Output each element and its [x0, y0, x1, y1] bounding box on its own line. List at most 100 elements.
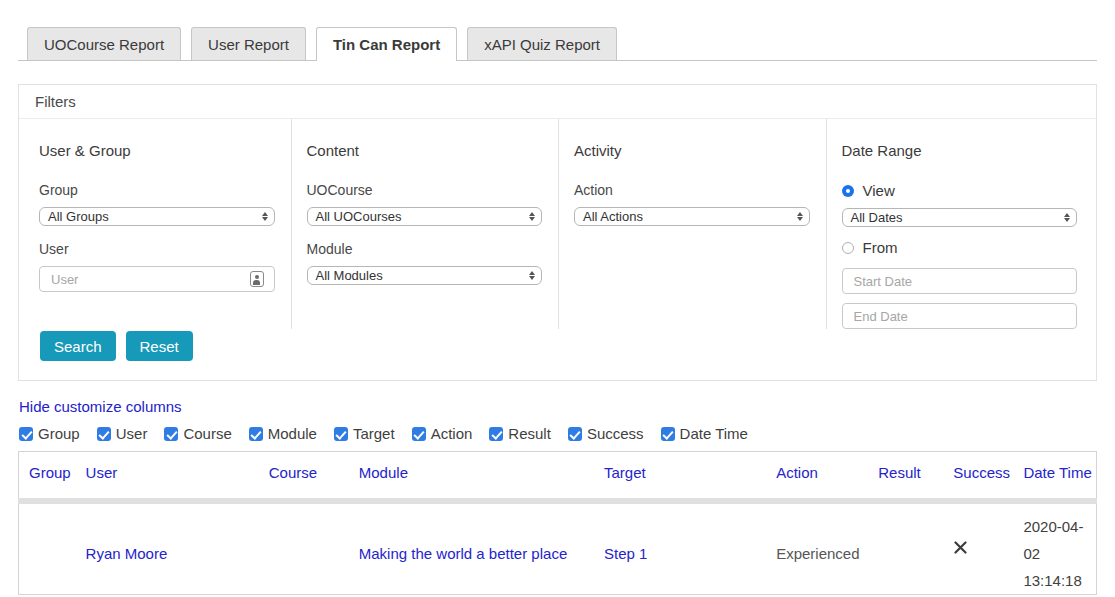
cell-result: [878, 501, 953, 595]
table-header-row: Group User Course Module Target Action R…: [19, 452, 1097, 501]
group-label: Group: [39, 182, 275, 198]
module-label: Module: [307, 241, 543, 257]
column-checkbox-action[interactable]: Action: [412, 425, 473, 442]
section-title-user-group: User & Group: [39, 142, 275, 159]
group-select[interactable]: All Groups: [39, 207, 275, 226]
tab-tin-can-report[interactable]: Tin Can Report: [316, 27, 457, 61]
checkbox-checked-icon[interactable]: [97, 427, 111, 441]
table-row: Ryan Moore Making the world a better pla…: [19, 501, 1097, 595]
column-checkbox-target[interactable]: Target: [334, 425, 395, 442]
start-date-placeholder: Start Date: [854, 274, 913, 289]
select-spinner-icon: [529, 271, 535, 280]
column-header-group[interactable]: Group: [19, 452, 86, 501]
uocourse-select[interactable]: All UOCourses: [307, 207, 543, 226]
module-select[interactable]: All Modules: [307, 266, 543, 285]
user-link[interactable]: Ryan Moore: [86, 545, 168, 562]
cell-target: Step 1: [604, 501, 776, 595]
column-checkbox-user[interactable]: User: [97, 425, 148, 442]
search-button[interactable]: Search: [40, 331, 116, 361]
user-label: User: [39, 241, 275, 257]
section-title-activity: Activity: [574, 142, 810, 159]
column-checkbox-group[interactable]: Group: [19, 425, 80, 442]
action-label: Action: [574, 182, 810, 198]
select-spinner-icon: [262, 212, 268, 221]
report-tabbar: UOCourse Report User Report Tin Can Repo…: [18, 27, 1097, 61]
checkbox-label: Target: [353, 425, 395, 442]
column-header-success[interactable]: Success: [953, 452, 1023, 501]
checkbox-checked-icon[interactable]: [489, 427, 503, 441]
module-select-value: All Modules: [316, 268, 383, 283]
checkbox-checked-icon[interactable]: [19, 427, 33, 441]
checkbox-checked-icon[interactable]: [412, 427, 426, 441]
checkbox-label: Group: [38, 425, 80, 442]
hide-customize-columns-link[interactable]: Hide customize columns: [19, 398, 1097, 415]
cell-success: [953, 501, 1023, 595]
target-link[interactable]: Step 1: [604, 545, 647, 562]
checkbox-checked-icon[interactable]: [568, 427, 582, 441]
filters-panel: Filters User & Group Group All Groups Us…: [18, 84, 1097, 381]
report-table: Group User Course Module Target Action R…: [18, 451, 1097, 595]
column-header-action[interactable]: Action: [776, 452, 878, 501]
cell-course: [269, 501, 359, 595]
view-radio-row: View: [842, 182, 1078, 199]
checkbox-checked-icon[interactable]: [334, 427, 348, 441]
dates-select[interactable]: All Dates: [842, 208, 1078, 227]
column-checkbox-module[interactable]: Module: [249, 425, 317, 442]
column-header-course[interactable]: Course: [269, 452, 359, 501]
column-header-target[interactable]: Target: [604, 452, 776, 501]
end-date-input[interactable]: End Date: [842, 303, 1078, 329]
end-date-placeholder: End Date: [854, 309, 908, 324]
select-spinner-icon: [1064, 213, 1070, 222]
uocourse-label: UOCourse: [307, 182, 543, 198]
section-title-content: Content: [307, 142, 543, 159]
view-radio-label: View: [863, 182, 895, 199]
cell-user: Ryan Moore: [86, 501, 269, 595]
cell-group: [19, 501, 86, 595]
filters-body: User & Group Group All Groups User User …: [19, 119, 1096, 329]
checkbox-label: Success: [587, 425, 644, 442]
user-input-placeholder: User: [51, 272, 78, 287]
checkbox-checked-icon[interactable]: [249, 427, 263, 441]
module-link[interactable]: Making the world a better place: [359, 545, 567, 562]
group-select-value: All Groups: [48, 209, 109, 224]
checkbox-label: Date Time: [680, 425, 748, 442]
action-select[interactable]: All Actions: [574, 207, 810, 226]
column-header-result[interactable]: Result: [878, 452, 953, 501]
checkbox-label: Course: [183, 425, 231, 442]
contact-autofill-icon[interactable]: [250, 271, 264, 287]
tab-uocourse-report[interactable]: UOCourse Report: [27, 27, 181, 60]
start-date-input[interactable]: Start Date: [842, 268, 1078, 294]
checkbox-label: Module: [268, 425, 317, 442]
tab-user-report[interactable]: User Report: [191, 27, 306, 60]
column-header-user[interactable]: User: [86, 452, 269, 501]
column-checkbox-result[interactable]: Result: [489, 425, 551, 442]
column-checkbox-date-time[interactable]: Date Time: [661, 425, 748, 442]
column-header-date-time[interactable]: Date Time: [1023, 452, 1096, 501]
checkbox-checked-icon[interactable]: [661, 427, 675, 441]
column-header-module[interactable]: Module: [359, 452, 604, 501]
select-spinner-icon: [797, 212, 803, 221]
select-spinner-icon: [529, 212, 535, 221]
view-radio[interactable]: [842, 185, 854, 197]
customize-columns-row: Group User Course Module Target Action R…: [19, 425, 1097, 442]
checkbox-label: User: [116, 425, 148, 442]
column-checkbox-course[interactable]: Course: [164, 425, 231, 442]
checkbox-label: Result: [508, 425, 551, 442]
uocourse-select-value: All UOCourses: [316, 209, 402, 224]
checkbox-checked-icon[interactable]: [164, 427, 178, 441]
dates-select-value: All Dates: [851, 210, 903, 225]
filter-section-activity: Activity Action All Actions: [559, 119, 827, 329]
section-title-date-range: Date Range: [842, 142, 1078, 159]
from-radio[interactable]: [842, 242, 854, 254]
tab-xapi-quiz-report[interactable]: xAPI Quiz Report: [467, 27, 617, 60]
column-checkbox-success[interactable]: Success: [568, 425, 644, 442]
filters-panel-title: Filters: [19, 85, 1096, 119]
checkbox-label: Action: [431, 425, 473, 442]
filter-section-user-group: User & Group Group All Groups User User: [19, 119, 292, 329]
reset-button[interactable]: Reset: [126, 331, 193, 361]
cell-module: Making the world a better place: [359, 501, 604, 595]
from-radio-label: From: [863, 239, 898, 256]
user-input[interactable]: User: [39, 266, 275, 292]
cell-action: Experienced: [776, 501, 878, 595]
filter-section-date-range: Date Range View All Dates From Start Dat…: [827, 119, 1097, 329]
